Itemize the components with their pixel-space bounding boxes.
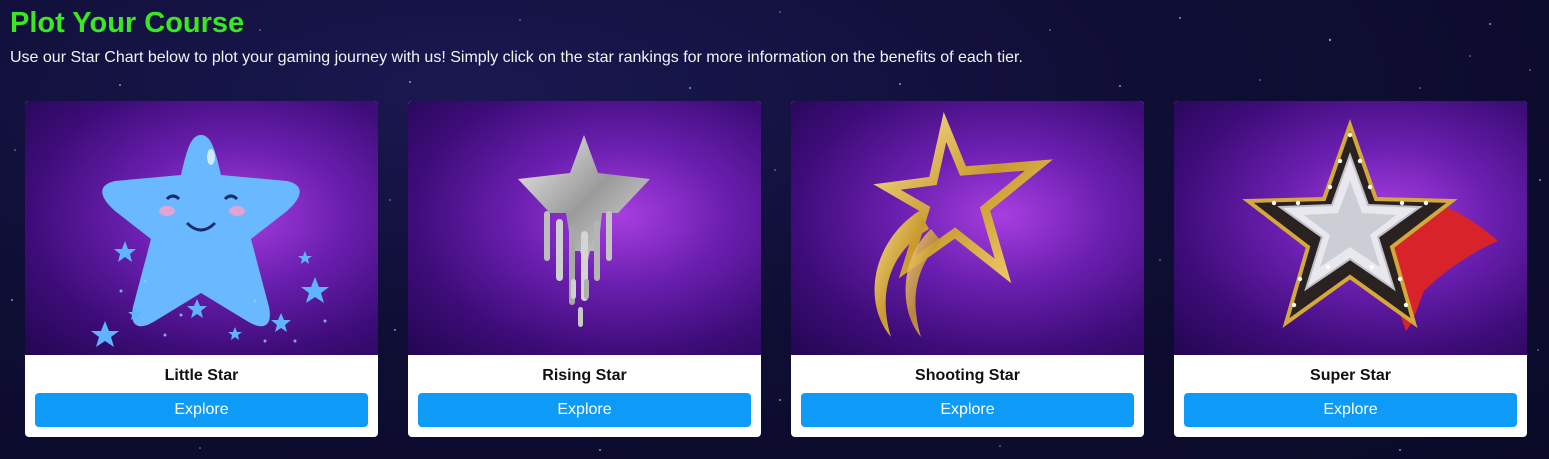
card-title: Little Star [164,367,239,384]
page-title: Plot Your Course [10,7,245,39]
super-star-icon [1242,118,1498,331]
card-image[interactable] [1174,101,1527,355]
tier-card-shooting-star: Shooting Star Explore [791,101,1144,437]
explore-button-super-star[interactable]: Explore [1184,393,1517,427]
tier-card-super-star: Super Star Explore [1174,101,1527,437]
page-subtitle: Use our Star Chart below to plot your ga… [10,49,1023,66]
page-header: Plot Your Course Use our Star Chart belo… [10,6,1023,68]
little-star-icon [91,135,329,347]
tier-card-little-star: Little Star Explore [25,101,378,437]
card-title: Shooting Star [915,367,1020,384]
card-image[interactable] [408,101,761,355]
explore-button-shooting-star[interactable]: Explore [801,393,1134,427]
explore-button-rising-star[interactable]: Explore [418,393,751,427]
explore-button-little-star[interactable]: Explore [35,393,368,427]
card-image[interactable] [791,101,1144,355]
rising-star-icon [518,135,650,327]
tier-card-rising-star: Rising Star Explore [408,101,761,437]
card-image[interactable] [25,101,378,355]
card-title: Super Star [1310,367,1391,384]
shooting-star-icon [873,111,1054,337]
card-title: Rising Star [542,367,627,384]
